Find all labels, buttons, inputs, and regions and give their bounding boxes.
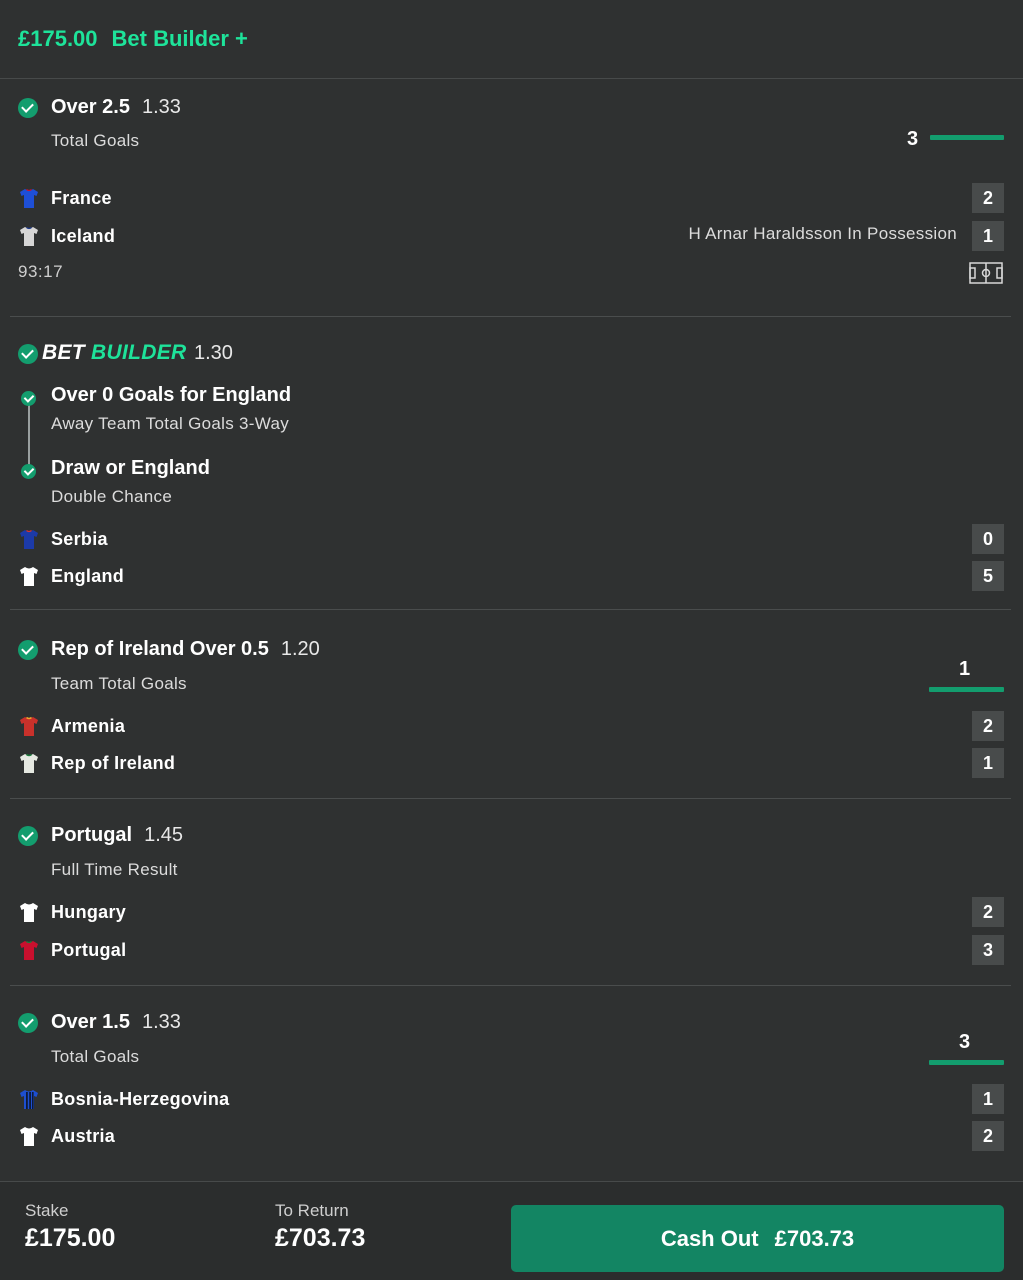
- team-row: France: [18, 183, 112, 213]
- market-name: Full Time Result: [51, 860, 178, 879]
- check-icon: [21, 464, 36, 479]
- blue-striped-shirt-icon: [20, 1090, 38, 1109]
- selection-title: Rep of Ireland Over 0.5 1.20: [51, 638, 320, 660]
- navy-shirt-icon: [20, 530, 38, 549]
- pitch-icon[interactable]: [969, 262, 1003, 284]
- stake-value: £175.00: [25, 1224, 116, 1252]
- leg-market: Away Team Total Goals 3-Way: [51, 414, 290, 433]
- team-name: Bosnia-Herzegovina: [51, 1088, 230, 1109]
- selection-title: Portugal 1.45: [51, 824, 184, 846]
- bet-footer: Stake £175.00 To Return £703.73 Cash Out…: [0, 1181, 1023, 1280]
- stake-label: Stake: [25, 1201, 69, 1220]
- market-name: Team Total Goals: [51, 674, 187, 693]
- market-name: Total Goals: [51, 1047, 140, 1066]
- team-name: Hungary: [51, 901, 127, 922]
- leg-title: Draw or England: [51, 457, 210, 479]
- white-green-shirt-icon: [20, 753, 38, 773]
- check-icon: [18, 640, 38, 660]
- team-name: Austria: [51, 1125, 116, 1146]
- team-name: Armenia: [51, 715, 126, 736]
- team-row: Serbia: [18, 524, 108, 554]
- team-name: Portugal: [51, 939, 127, 960]
- possession-status: H Arnar Haraldsson In Possession: [688, 224, 957, 243]
- selection-odds: 1.45: [144, 824, 184, 846]
- selection-odds: 1.33: [141, 1011, 181, 1033]
- progress-bar: [929, 687, 1004, 692]
- cash-out-amount: £703.73: [774, 1225, 855, 1251]
- bet-header[interactable]: £175.00 Bet Builder +: [0, 0, 1023, 79]
- blue-shirt-icon: [20, 189, 38, 208]
- score-box: 1: [972, 221, 1004, 251]
- leg-title: Over 0 Goals for England: [51, 384, 292, 406]
- progress-count: 1: [959, 658, 971, 680]
- check-icon: [18, 826, 38, 846]
- score-box: 1: [972, 1084, 1004, 1114]
- team-row: Rep of Ireland: [18, 748, 175, 778]
- check-icon: [18, 1013, 38, 1033]
- score-box: 2: [972, 711, 1004, 741]
- progress-bar: [929, 1060, 1004, 1065]
- return-value: £703.73: [275, 1224, 366, 1252]
- team-row: England: [18, 561, 124, 591]
- check-icon: [21, 391, 36, 406]
- team-row: Austria: [18, 1121, 115, 1151]
- divider: [10, 609, 1011, 610]
- white-shirt-icon: [20, 1127, 38, 1146]
- divider: [10, 985, 1011, 986]
- red-shirt-icon: [20, 716, 38, 736]
- divider: [10, 798, 1011, 799]
- selection-odds: 1.20: [280, 638, 320, 660]
- return-label: To Return: [275, 1201, 349, 1220]
- team-name: Rep of Ireland: [51, 752, 176, 773]
- progress-count: 3: [959, 1031, 971, 1053]
- divider: [10, 316, 1011, 317]
- team-name: Serbia: [51, 528, 108, 549]
- bet-builder-logo: BET BUILDER: [42, 341, 187, 364]
- team-row: Armenia: [18, 711, 125, 741]
- team-row: Portugal: [18, 935, 126, 965]
- team-name: France: [51, 187, 112, 208]
- score-box: 2: [972, 183, 1004, 213]
- team-row: Bosnia-Herzegovina: [18, 1084, 229, 1114]
- team-name: Iceland: [51, 225, 116, 246]
- selection-title: Over 1.5 1.33: [51, 1011, 181, 1033]
- leg-market: Double Chance: [51, 487, 173, 506]
- team-row: Hungary: [18, 897, 126, 927]
- score-box: 2: [972, 897, 1004, 927]
- legs-connector: [28, 404, 30, 466]
- white-shirt-icon: [20, 567, 38, 586]
- progress-count: 3: [907, 128, 919, 150]
- progress-bar: [930, 135, 1004, 140]
- cash-out-button[interactable]: Cash Out £703.73: [511, 1205, 1004, 1272]
- selection-odds: 1.30: [194, 342, 233, 364]
- score-box: 1: [972, 748, 1004, 778]
- score-box: 0: [972, 524, 1004, 554]
- selection-title: Over 2.5 1.33: [51, 96, 181, 118]
- match-clock: 93:17: [18, 262, 64, 281]
- score-box: 2: [972, 1121, 1004, 1151]
- white-shirt-icon: [20, 903, 38, 922]
- score-box: 5: [972, 561, 1004, 591]
- score-box: 3: [972, 935, 1004, 965]
- white-shirt-icon: [20, 227, 38, 246]
- red-shirt-icon: [20, 941, 38, 960]
- bet-type-title: Bet Builder +: [111, 26, 248, 51]
- bet-stake-amount: £175.00: [18, 26, 98, 51]
- check-icon: [18, 98, 38, 118]
- check-icon: [18, 344, 38, 364]
- selection-odds: 1.33: [141, 96, 181, 118]
- team-row: Iceland: [18, 221, 115, 251]
- team-name: England: [51, 565, 125, 586]
- market-name: Total Goals: [51, 131, 140, 150]
- cash-out-label: Cash Out: [660, 1225, 759, 1251]
